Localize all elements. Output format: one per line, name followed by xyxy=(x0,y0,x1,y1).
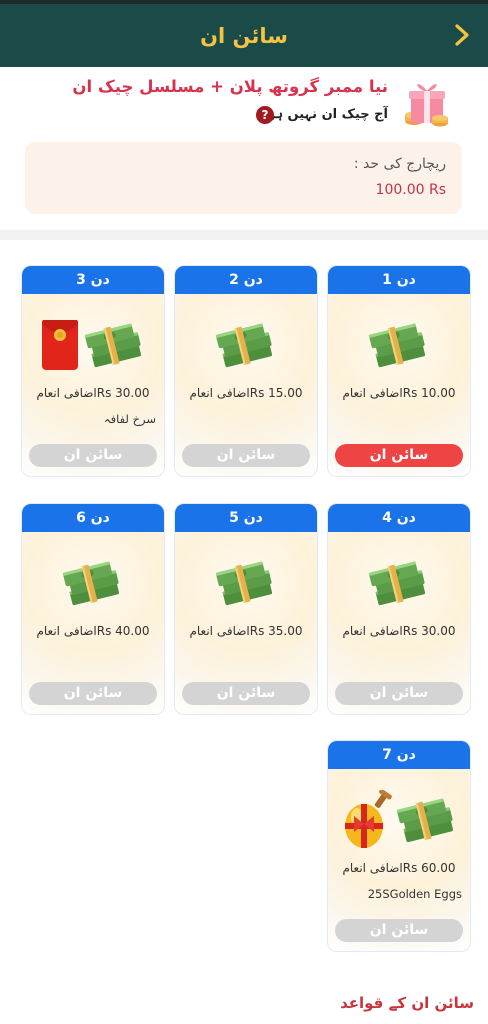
day-card-5: دن 5 اضافی انعامRs 35.00 سائن ان xyxy=(174,503,318,715)
day-card-2: دن 2 اضافی انعامRs 15.00 سائن ان xyxy=(174,265,318,477)
recharge-limit-label: ریچارج کی حد : xyxy=(353,156,446,172)
reward-text: اضافی انعامRs 60.00 xyxy=(342,861,456,875)
bonus-item-text: 25SGolden Eggs xyxy=(367,887,462,901)
reward-text: اضافی انعامRs 40.00 xyxy=(36,624,150,638)
sign-in-button[interactable]: سائن ان xyxy=(29,444,157,467)
red-envelope-icon xyxy=(40,318,80,376)
reward-text: اضافی انعامRs 15.00 xyxy=(189,386,303,400)
day-label: دن 5 xyxy=(175,504,317,532)
reward-text: اضافی انعامRs 10.00 xyxy=(342,386,456,400)
growth-plan-banner: نیا ممبر گروتھ پلان + مسلسل چیک ان آج چی… xyxy=(0,67,488,137)
day-label: دن 7 xyxy=(328,741,470,769)
recharge-limit-box: ریچارج کی حد : 100.00 Rs xyxy=(25,142,462,214)
day-label: دن 6 xyxy=(22,504,164,532)
reward-text: اضافی انعامRs 35.00 xyxy=(189,624,303,638)
section-divider xyxy=(0,230,488,240)
sign-in-button[interactable]: سائن ان xyxy=(335,444,463,467)
sign-in-button[interactable]: سائن ان xyxy=(335,919,463,942)
sign-in-button[interactable]: سائن ان xyxy=(182,444,310,467)
growth-plan-headline: نیا ممبر گروتھ پلان + مسلسل چیک ان xyxy=(72,77,388,96)
help-icon[interactable]: ? xyxy=(256,106,274,124)
recharge-limit-value: 100.00 Rs xyxy=(375,182,446,198)
cash-icon xyxy=(62,552,124,618)
app-header: سائن ان xyxy=(0,4,488,67)
sign-in-rules-link[interactable]: سائن ان کے قواعد xyxy=(340,994,474,1012)
day-label: دن 3 xyxy=(22,266,164,294)
sign-in-button[interactable]: سائن ان xyxy=(335,682,463,705)
day-card-1: دن 1 اضافی انعامRs 10.00 سائن ان xyxy=(327,265,471,477)
day-card-3: دن 3 اضافی انعامRs 30.00 سرخ لفافہ سائن … xyxy=(21,265,165,477)
bonus-item-text: سرخ لفافہ xyxy=(103,412,156,426)
cash-icon xyxy=(84,314,146,380)
day-label: دن 1 xyxy=(328,266,470,294)
golden-egg-icon xyxy=(340,788,392,854)
cash-icon xyxy=(215,552,277,618)
checkin-status-text: آج چیک ان نہیں ہوا xyxy=(262,107,388,122)
reward-text: اضافی انعامRs 30.00 xyxy=(342,624,456,638)
cash-icon xyxy=(368,552,430,618)
day-card-4: دن 4 اضافی انعامRs 30.00 سائن ان xyxy=(327,503,471,715)
day-card-6: دن 6 اضافی انعامRs 40.00 سائن ان xyxy=(21,503,165,715)
sign-in-button[interactable]: سائن ان xyxy=(182,682,310,705)
sign-in-button[interactable]: سائن ان xyxy=(29,682,157,705)
day-label: دن 4 xyxy=(328,504,470,532)
day-label: دن 2 xyxy=(175,266,317,294)
day-card-7: دن 7 اضافی انعامRs 60.00 25SGolden Eggs … xyxy=(327,740,471,952)
reward-text: اضافی انعامRs 30.00 xyxy=(36,386,150,400)
page-title: سائن ان xyxy=(200,23,288,48)
gift-box-icon xyxy=(405,84,448,127)
cash-icon xyxy=(396,789,458,855)
cash-icon xyxy=(368,314,430,380)
chevron-right-icon[interactable] xyxy=(450,22,474,48)
cash-icon xyxy=(215,314,277,380)
